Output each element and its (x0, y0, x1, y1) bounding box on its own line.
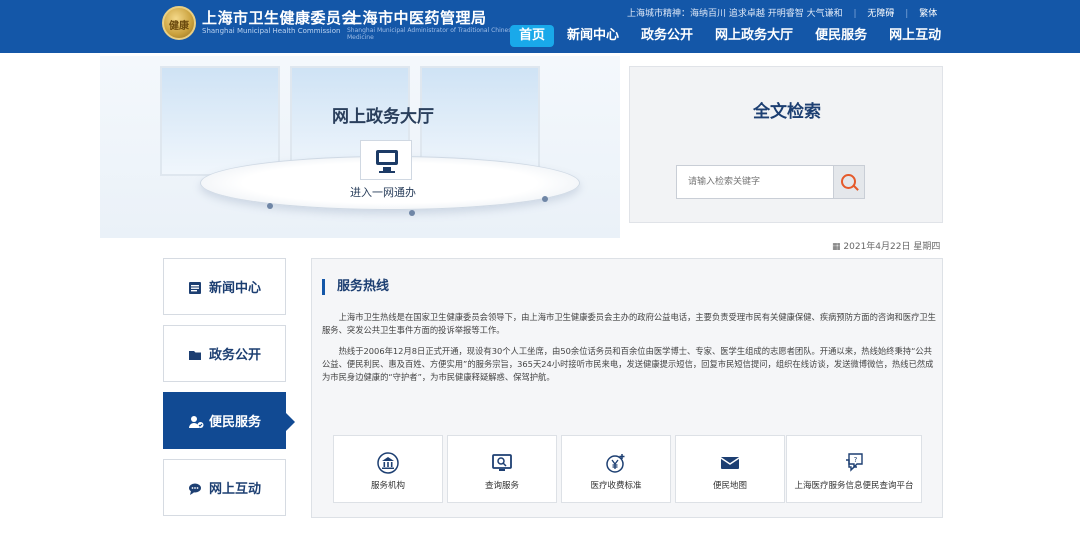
sidebar-item-government-affairs[interactable]: 政务公开 (163, 325, 286, 382)
tile-label: 医疗收费标准 (590, 481, 642, 491)
city-slogan: 上海城市精神：海纳百川 追求卓越 开明睿智 大气谦和 (627, 9, 843, 19)
sidebar-item-label: 新闻中心 (208, 281, 261, 296)
tile-service-institutions[interactable]: 服务机构 (333, 435, 443, 503)
accessibility-link[interactable]: 无障碍 (867, 9, 894, 19)
sidebar-item-label: 便民服务 (208, 415, 261, 430)
nav-news-center[interactable]: 新闻中心 (558, 25, 628, 47)
search-title: 全文检索 (753, 102, 821, 122)
help-chat-icon: ? (843, 452, 865, 474)
org-name-tcm-administration[interactable]: 上海市中医药管理局 (347, 7, 487, 28)
user-service-icon (188, 414, 204, 428)
monitor-icon[interactable] (360, 140, 412, 180)
tile-medical-fee-standard[interactable]: 医疗收费标准 (561, 435, 671, 503)
nav-public-service[interactable]: 便民服务 (806, 25, 876, 47)
top-utility-bar: 上海城市精神：海纳百川 追求卓越 开明睿智 大气谦和 | 无障碍 | 繁体 (627, 9, 938, 19)
sidebar-item-public-service[interactable]: 便民服务 (163, 392, 295, 449)
sidebar-item-news-center[interactable]: 新闻中心 (163, 258, 286, 315)
tile-query-service[interactable]: 查询服务 (447, 435, 557, 503)
calendar-icon: ▦ (832, 242, 841, 252)
institution-icon (377, 452, 399, 474)
hotline-detail-paragraph: 热线于2006年12月8日正式开通，现设有30个人工坐席，由50余位话务员和百余… (322, 346, 934, 382)
tile-medical-info-platform[interactable]: ? 上海医疗服务信息便民查询平台 (786, 435, 922, 503)
main-nav: 首页 新闻中心 政务公开 网上政务大厅 便民服务 网上互动 (510, 25, 954, 47)
tile-convenience-map[interactable]: 便民地图 (675, 435, 785, 503)
health-commission-logo[interactable]: 健康 (162, 6, 196, 40)
online-service-hall-title: 网上政务大厅 (332, 107, 434, 127)
logo-text: 健康 (169, 21, 189, 32)
org-name-health-commission[interactable]: 上海市卫生健康委员会 (202, 7, 357, 28)
current-date: ▦ 2021年4月22日 星期四 (832, 239, 940, 252)
sidebar-item-label: 政务公开 (208, 348, 261, 363)
tile-label: 服务机构 (370, 481, 405, 491)
platform-dot (542, 196, 548, 202)
nav-home[interactable]: 首页 (510, 25, 555, 47)
folder-icon (188, 347, 202, 361)
enter-one-net-service-link[interactable]: 进入一网通办 (350, 184, 416, 200)
date-text: 2021年4月22日 星期四 (843, 242, 941, 252)
hall-window-graphic (160, 66, 280, 176)
hotline-intro-paragraph: 上海市卫生热线是在国家卫生健康委员会领导下，由上海市卫生健康委员会主办的政府公益… (322, 312, 936, 335)
sidebar-item-label: 网上互动 (208, 482, 261, 497)
full-text-search-panel: 全文检索 (629, 66, 943, 223)
traditional-chinese-link[interactable]: 繁体 (919, 9, 937, 19)
service-hotline-panel: 服务热线 上海市卫生热线是在国家卫生健康委员会领导下，由上海市卫生健康委员会主办… (311, 258, 943, 518)
fee-icon (605, 452, 627, 474)
query-icon (491, 452, 513, 474)
platform-dot (409, 210, 415, 216)
nav-government-affairs[interactable]: 政务公开 (632, 25, 702, 47)
svg-text:?: ? (854, 456, 858, 464)
tile-label: 查询服务 (484, 481, 519, 491)
search-button[interactable] (833, 165, 865, 199)
news-icon (188, 280, 202, 294)
org-name-tcm-administration-en: Shanghai Municipal Administrator of Trad… (347, 27, 516, 41)
section-title: 服务热线 (322, 279, 389, 295)
map-mail-icon (719, 452, 741, 474)
site-header: 健康 上海市卫生健康委员会 Shanghai Municipal Health … (0, 0, 1080, 53)
nav-online-interaction[interactable]: 网上互动 (880, 25, 950, 47)
online-service-hall-banner[interactable]: 网上政务大厅 进入一网通办 (100, 56, 620, 238)
chat-icon (188, 481, 202, 495)
org-name-health-commission-en: Shanghai Municipal Health Commission (202, 27, 341, 35)
platform-dot (267, 203, 273, 209)
search-input[interactable] (676, 165, 834, 199)
tile-label: 上海医疗服务信息便民查询平台 (794, 481, 914, 491)
sidebar-item-online-interaction[interactable]: 网上互动 (163, 459, 286, 516)
nav-online-service-hall[interactable]: 网上政务大厅 (706, 25, 802, 47)
tile-label: 便民地图 (712, 481, 747, 491)
